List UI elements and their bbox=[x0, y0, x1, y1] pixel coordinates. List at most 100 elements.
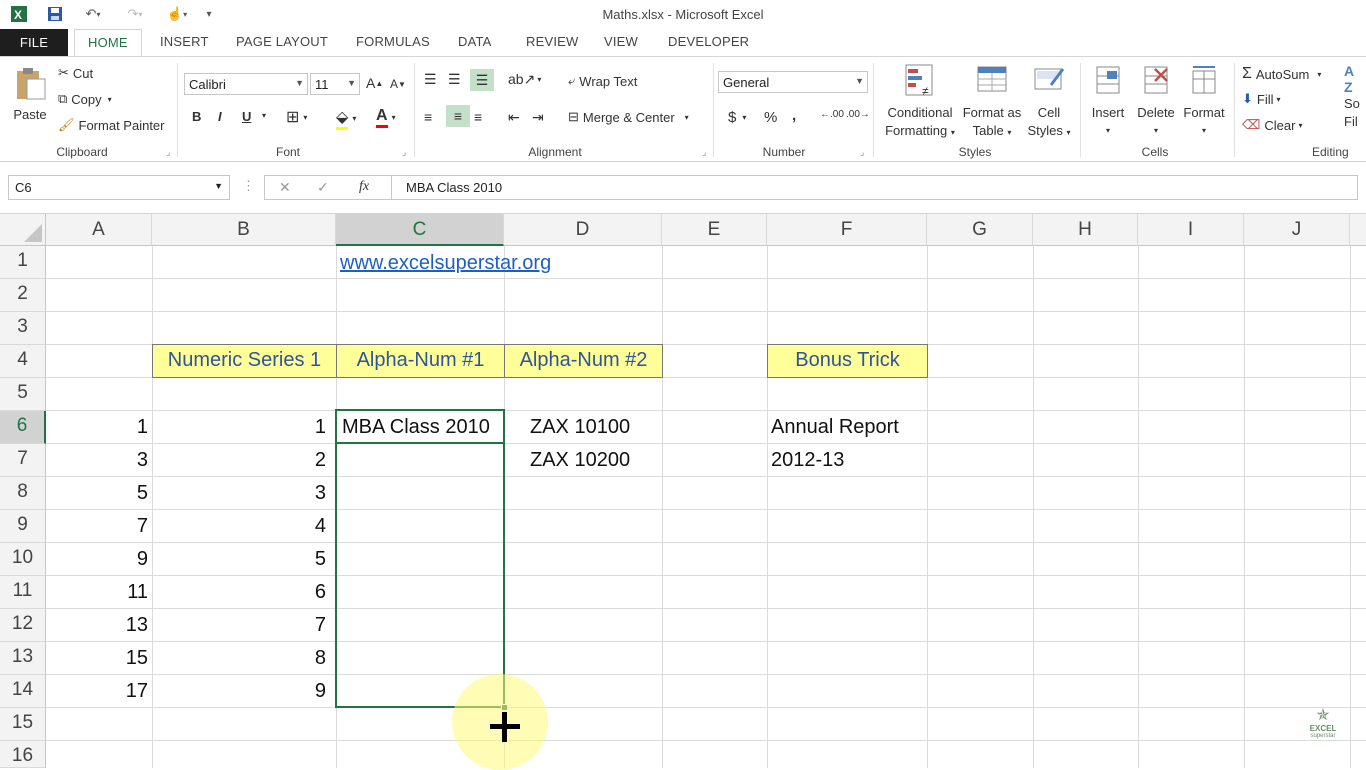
cancel-icon[interactable]: ✕ bbox=[279, 179, 291, 196]
tab-home[interactable]: HOME bbox=[74, 29, 142, 57]
row-header-6[interactable]: 6 bbox=[0, 411, 46, 444]
cell-b6[interactable]: 1 bbox=[152, 416, 326, 439]
format-as-table-button[interactable]: Format as Table ▾ bbox=[960, 63, 1024, 142]
row-header-2[interactable]: 2 bbox=[0, 279, 46, 312]
cell-a12[interactable]: 13 bbox=[46, 614, 148, 637]
italic-button[interactable]: I bbox=[218, 109, 222, 124]
number-launcher-icon[interactable]: ⌟ bbox=[860, 147, 864, 158]
column-header-a[interactable]: A bbox=[46, 214, 152, 246]
cell-f7[interactable]: 2012-13 bbox=[771, 449, 844, 472]
font-size-select[interactable]: 11 ▼ bbox=[310, 73, 360, 95]
row-header-1[interactable]: 1 bbox=[0, 246, 46, 279]
borders-icon[interactable]: ⊞ ▾ bbox=[286, 107, 307, 127]
alignment-launcher-icon[interactable]: ⌟ bbox=[702, 147, 706, 158]
column-header-i[interactable]: I bbox=[1138, 214, 1244, 246]
row-header-15[interactable]: 15 bbox=[0, 708, 46, 741]
grow-font-icon[interactable]: A ▲ bbox=[366, 75, 383, 91]
row-header-11[interactable]: 11 bbox=[0, 576, 46, 609]
paste-button[interactable]: Paste bbox=[8, 65, 52, 124]
cell-b12[interactable]: 7 bbox=[152, 614, 326, 637]
row-header-16[interactable]: 16 bbox=[0, 741, 46, 768]
wrap-text-button[interactable]: ⤶ Wrap Text bbox=[568, 73, 637, 89]
align-middle-icon[interactable]: ☰ bbox=[448, 71, 461, 88]
tab-view[interactable]: VIEW bbox=[604, 34, 638, 49]
cell-b9[interactable]: 4 bbox=[152, 515, 326, 538]
underline-dropdown-icon[interactable]: ▾ bbox=[262, 111, 266, 120]
align-bottom-icon[interactable]: ☰ bbox=[470, 69, 494, 91]
cell-f4-header[interactable]: Bonus Trick bbox=[767, 344, 928, 378]
cell-b10[interactable]: 5 bbox=[152, 548, 326, 571]
cell-a6[interactable]: 1 bbox=[46, 416, 148, 439]
cell-a9[interactable]: 7 bbox=[46, 515, 148, 538]
number-format-select[interactable]: General ▼ bbox=[718, 71, 868, 93]
cell-a10[interactable]: 9 bbox=[46, 548, 148, 571]
cell-a8[interactable]: 5 bbox=[46, 482, 148, 505]
row-header-4[interactable]: 4 bbox=[0, 345, 46, 378]
cell-d7[interactable]: ZAX 10200 bbox=[530, 449, 630, 472]
tab-data[interactable]: DATA bbox=[458, 34, 492, 49]
cell-b7[interactable]: 2 bbox=[152, 449, 326, 472]
insert-cells-button[interactable]: Insert ▾ bbox=[1086, 63, 1130, 140]
formula-input[interactable]: MBA Class 2010 bbox=[392, 175, 1358, 200]
cell-d6[interactable]: ZAX 10100 bbox=[530, 416, 630, 439]
format-cells-button[interactable]: Format ▾ bbox=[1180, 63, 1228, 140]
cell-b8[interactable]: 3 bbox=[152, 482, 326, 505]
underline-button[interactable]: U bbox=[242, 109, 251, 124]
font-color-icon[interactable]: A ▾ bbox=[376, 107, 396, 128]
increase-decimal-icon[interactable]: ←.00 bbox=[820, 109, 844, 120]
font-name-select[interactable]: Calibri ▼ bbox=[184, 73, 308, 95]
font-launcher-icon[interactable]: ⌟ bbox=[402, 147, 406, 158]
orientation-icon[interactable]: ab↗ ▾ bbox=[508, 71, 541, 88]
align-left-icon[interactable]: ≡ bbox=[424, 109, 432, 125]
percent-button[interactable]: % bbox=[764, 109, 777, 126]
bold-button[interactable]: B bbox=[192, 109, 201, 124]
enter-icon[interactable]: ✓ bbox=[317, 179, 329, 196]
cut-button[interactable]: ✂ Cut bbox=[58, 65, 93, 81]
comma-button[interactable]: , bbox=[792, 107, 796, 124]
row-header-8[interactable]: 8 bbox=[0, 477, 46, 510]
column-header-j[interactable]: J bbox=[1244, 214, 1350, 246]
cell-c1-link[interactable]: www.excelsuperstar.org bbox=[340, 252, 551, 275]
delete-cells-button[interactable]: Delete ▾ bbox=[1134, 63, 1178, 140]
merge-center-button[interactable]: ⊟ Merge & Center ▾ bbox=[568, 109, 689, 125]
cell-b14[interactable]: 9 bbox=[152, 680, 326, 703]
cell-b4-header[interactable]: Numeric Series 1 bbox=[152, 344, 337, 378]
autosum-button[interactable]: Σ AutoSum ▾ bbox=[1242, 65, 1321, 83]
cell-c4-header[interactable]: Alpha-Num #1 bbox=[336, 344, 505, 378]
cell-d4-header[interactable]: Alpha-Num #2 bbox=[504, 344, 663, 378]
row-header-14[interactable]: 14 bbox=[0, 675, 46, 708]
row-header-10[interactable]: 10 bbox=[0, 543, 46, 576]
select-all-button[interactable] bbox=[0, 214, 46, 246]
column-header-h[interactable]: H bbox=[1033, 214, 1138, 246]
currency-button[interactable]: $ ▾ bbox=[728, 109, 746, 126]
shrink-font-icon[interactable]: A ▼ bbox=[390, 77, 406, 91]
clipboard-launcher-icon[interactable]: ⌟ bbox=[166, 147, 170, 158]
more-icon[interactable]: ⋮ bbox=[242, 178, 255, 194]
row-header-3[interactable]: 3 bbox=[0, 312, 46, 345]
insert-function-icon[interactable]: fx bbox=[359, 179, 369, 195]
column-header-k[interactable] bbox=[1350, 214, 1366, 246]
tab-formulas[interactable]: FORMULAS bbox=[356, 34, 430, 49]
align-right-icon[interactable]: ≡ bbox=[474, 109, 482, 125]
cell-b11[interactable]: 6 bbox=[152, 581, 326, 604]
format-painter-button[interactable]: 🖌 Format Painter bbox=[58, 117, 165, 133]
cell-b13[interactable]: 8 bbox=[152, 647, 326, 670]
fill-button[interactable]: ⬇ Fill ▾ bbox=[1242, 91, 1281, 107]
column-header-e[interactable]: E bbox=[662, 214, 767, 246]
cell-a7[interactable]: 3 bbox=[46, 449, 148, 472]
sort-filter-button[interactable]: AZ So Fil bbox=[1344, 63, 1366, 131]
tab-insert[interactable]: INSERT bbox=[160, 34, 209, 49]
row-header-13[interactable]: 13 bbox=[0, 642, 46, 675]
decrease-indent-icon[interactable]: ⇤ bbox=[508, 109, 520, 126]
column-header-d[interactable]: D bbox=[504, 214, 662, 246]
copy-button[interactable]: ⧉ Copy ▾ bbox=[58, 91, 112, 107]
align-center-icon[interactable]: ≡ bbox=[446, 105, 470, 127]
column-header-c[interactable]: C bbox=[336, 214, 504, 246]
cell-a14[interactable]: 17 bbox=[46, 680, 148, 703]
tab-page-layout[interactable]: PAGE LAYOUT bbox=[236, 34, 328, 49]
column-header-g[interactable]: G bbox=[927, 214, 1033, 246]
row-header-12[interactable]: 12 bbox=[0, 609, 46, 642]
row-header-7[interactable]: 7 bbox=[0, 444, 46, 477]
cell-a11[interactable]: 11 bbox=[46, 581, 148, 604]
increase-indent-icon[interactable]: ⇥ bbox=[532, 109, 544, 126]
